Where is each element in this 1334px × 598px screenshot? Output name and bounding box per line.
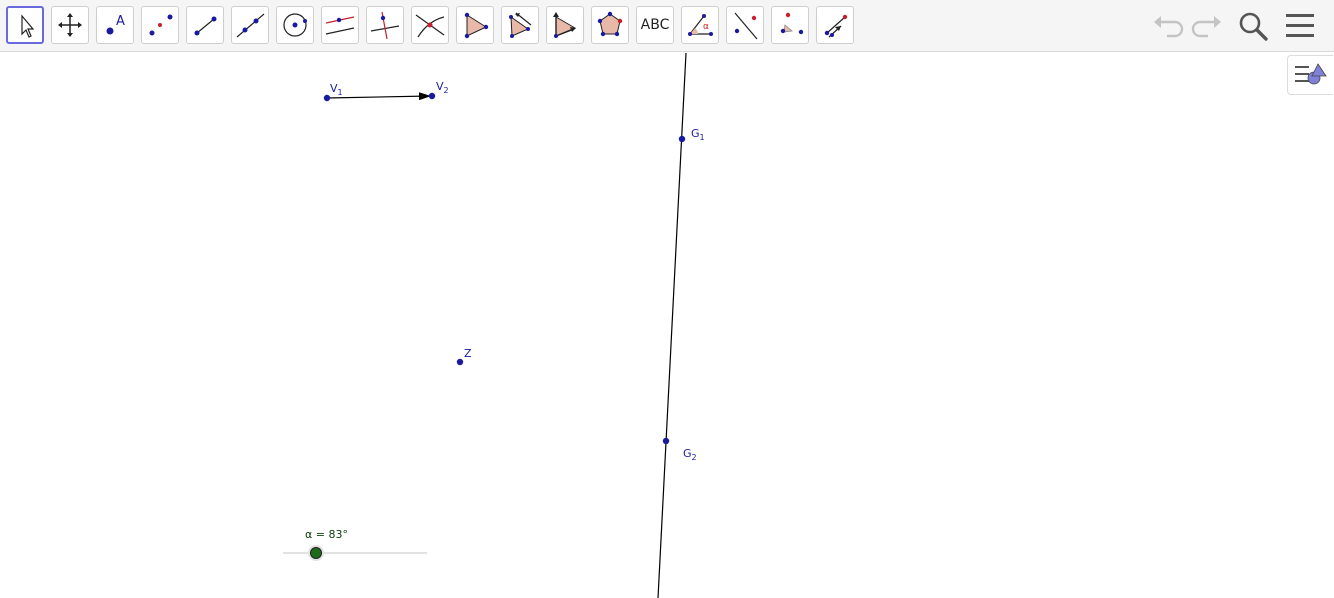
graphics-view[interactable]: V1 V2 G1 G2 Z	[0, 53, 1334, 598]
point-on-object-tool[interactable]	[141, 6, 179, 44]
label-g1-base: G	[691, 127, 700, 140]
line-tool[interactable]	[231, 6, 269, 44]
slider-handle[interactable]	[310, 547, 322, 559]
label-g2-base: G	[683, 447, 692, 460]
intersect-tool[interactable]	[411, 6, 449, 44]
angle-tool[interactable]: α	[681, 6, 719, 44]
angle-tool-text: α	[703, 22, 709, 32]
two-points-icon	[149, 14, 173, 36]
reflect-triangle-icon	[509, 12, 532, 38]
parallel-line-tool[interactable]	[321, 6, 359, 44]
perpendicular-line-icon	[370, 11, 400, 40]
label-v2-sub: 2	[443, 86, 449, 95]
dilate-tool[interactable]	[771, 6, 809, 44]
parallel-line-icon	[325, 16, 355, 35]
label-v2-base: V	[436, 80, 444, 93]
redo-icon	[1191, 16, 1221, 38]
label-v1-sub: 1	[337, 88, 343, 97]
perpendicular-bisector-tool[interactable]	[726, 6, 764, 44]
perpendicular-line-tool[interactable]	[366, 6, 404, 44]
point-tool-text: A	[116, 14, 125, 29]
toolbar: A ABC α	[0, 0, 1334, 52]
rotate-tool[interactable]	[546, 6, 584, 44]
redo-button[interactable]	[1188, 8, 1224, 44]
slider-alpha-label: α = 83°	[305, 528, 348, 541]
label-z: Z	[464, 347, 472, 360]
undo-icon	[1154, 16, 1184, 38]
circle-center-icon	[283, 13, 307, 37]
regular-polygon-tool[interactable]	[591, 6, 629, 44]
polygon-icon	[464, 12, 489, 39]
point-g2[interactable]	[662, 437, 670, 445]
label-g1: G1	[691, 128, 705, 142]
label-g1-sub: 1	[699, 133, 705, 142]
rotate-triangle-icon	[553, 12, 577, 38]
hamburger-menu-icon	[1286, 14, 1314, 37]
point-z[interactable]	[456, 358, 464, 366]
move-tool[interactable]	[6, 6, 44, 44]
text-tool[interactable]: ABC	[636, 6, 674, 44]
polygon-tool[interactable]	[456, 6, 494, 44]
text-icon: ABC	[640, 17, 670, 33]
segment-icon	[194, 16, 217, 36]
label-g2-sub: 2	[691, 453, 697, 462]
line-icon	[236, 13, 265, 38]
bisector-icon	[734, 12, 758, 40]
point-v2[interactable]	[428, 92, 436, 100]
move-arrows-icon	[58, 13, 82, 37]
point-tool[interactable]: A	[96, 6, 134, 44]
angle-icon: α	[688, 14, 713, 36]
line-g[interactable]	[657, 53, 687, 598]
vector-tool[interactable]	[816, 6, 854, 44]
intersect-icon	[415, 14, 445, 38]
regular-polygon-icon	[597, 11, 623, 37]
label-v2: V2	[436, 81, 449, 95]
search-icon	[1239, 12, 1268, 41]
label-g2: G2	[683, 448, 697, 462]
point-a-icon: A	[106, 14, 125, 35]
dilate-icon	[780, 12, 804, 35]
point-g1[interactable]	[678, 135, 686, 143]
graphics-svg	[283, 53, 687, 598]
arrow-cursor-icon	[21, 14, 35, 38]
search-button[interactable]	[1235, 8, 1271, 44]
move-graphics-view-tool[interactable]	[51, 6, 89, 44]
vector-icon	[824, 14, 848, 38]
segment-tool[interactable]	[186, 6, 224, 44]
circle-tool[interactable]	[276, 6, 314, 44]
reflect-tool[interactable]	[501, 6, 539, 44]
undo-button[interactable]	[1151, 8, 1187, 44]
main-menu-button[interactable]	[1283, 8, 1319, 44]
label-v1-base: V	[330, 82, 338, 95]
label-v1: V1	[330, 83, 343, 97]
